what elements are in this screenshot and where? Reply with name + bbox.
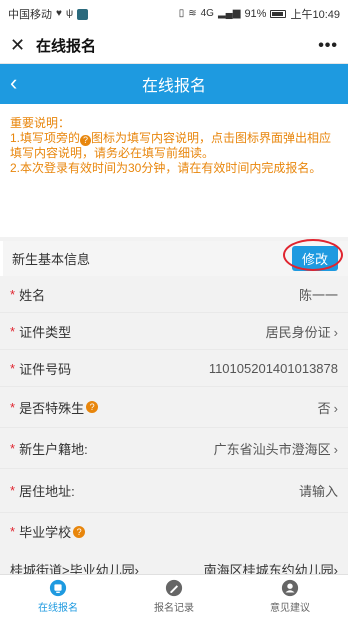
required-mark: * [10,286,16,302]
wechat-titlebar: ✕ 在线报名 ••• [0,28,348,64]
help-icon[interactable]: ? [86,401,99,413]
tab-feedback[interactable]: 意见建议 [232,575,348,618]
section-title: 新生基本信息 [12,252,91,267]
required-mark: * [10,323,16,339]
field-id-type-value: 居民身份证 [265,324,331,340]
field-name-value: 陈一一 [298,287,338,303]
field-id-type[interactable]: * 证件类型 居民身份证 › [0,313,348,350]
field-address[interactable]: * 居住地址: 请输入 [0,469,348,513]
field-name[interactable]: * 姓名 陈一一 [0,276,348,313]
page-title: 在线报名 [141,78,206,95]
tab-record[interactable]: 报名记录 [116,575,232,618]
field-special-value: 否 [317,400,331,416]
app-header: ‹ 在线报名 [0,64,348,104]
notice-line-2: 2.本次登录有效时间为30分钟，请在有效时间内完成报名。 [10,161,322,175]
chevron-right-icon: › [333,324,338,340]
help-icon[interactable]: ? [73,525,86,538]
help-icon: ? [80,135,92,146]
signal-icon: 4G [200,8,214,19]
heart-icon: ♥ [56,8,62,19]
field-hukou[interactable]: * 新生户籍地: 广东省汕头市澄海区 › [0,428,348,469]
field-special[interactable]: * 是否特殊生? 否 › [0,387,348,428]
field-id-number-value: 110105201401013878 [208,360,338,376]
status-bar: 中国移动 ♥ ψ ▯ ≋ 4G ▂▄▆ 91% 上午10:49 [0,0,348,28]
tab-apply[interactable]: 在线报名 [0,575,116,618]
address-input[interactable]: 请输入 [299,481,338,500]
bottom-tab-bar: 在线报名 报名记录 意见建议 [0,574,348,618]
notice-box: 重要说明： 1.填写项旁的? 图标为填写内容说明，点击图标界面弹出相应填写内容说明… [0,104,348,237]
battery-percent: 91% [244,8,267,20]
record-icon [165,579,183,597]
required-mark: * [10,399,16,415]
wechat-title: 在线报名 [36,38,97,55]
notice-heading: 重要说明： [10,116,71,130]
required-mark: * [10,524,16,539]
required-mark: * [10,483,16,498]
feedback-icon [281,579,299,597]
section-header: 新生基本信息 修改 [0,239,348,276]
carrier-label: 中国移动 [8,9,52,21]
wifi-icon: ≋ [188,8,197,19]
field-hukou-value: 广东省汕头市澄海区 [213,441,331,457]
apply-icon [49,579,67,597]
field-school: * 毕业学校? [0,513,348,550]
required-mark: * [10,360,16,376]
more-menu-icon[interactable]: ••• [318,37,338,55]
required-mark: * [10,440,16,456]
edit-wrapper: 修改 [282,239,343,271]
form-list: * 姓名 陈一一 * 证件类型 居民身份证 › * 证件号码 1101052014010… [0,276,348,588]
field-id-number[interactable]: * 证件号码 110105201401013878 [0,350,348,387]
vibrate-icon: ▯ [178,8,185,19]
signal-bars-icon: ▂▄▆ [217,8,241,19]
edit-button[interactable]: 修改 [291,246,338,271]
close-icon[interactable]: ✕ [10,35,32,56]
chevron-right-icon: › [333,441,338,457]
usb-icon: ψ [65,8,74,19]
battery-icon [270,10,287,18]
back-arrow-icon[interactable]: ‹ [10,70,17,96]
notice-line-1: 1.填写项旁的? 图标为填写内容说明，点击图标界面弹出相应填写内容说明，请务必在填… [10,131,332,160]
chevron-right-icon: › [333,400,338,416]
clock: 上午10:49 [290,9,340,21]
app-notification-icon [77,8,89,20]
